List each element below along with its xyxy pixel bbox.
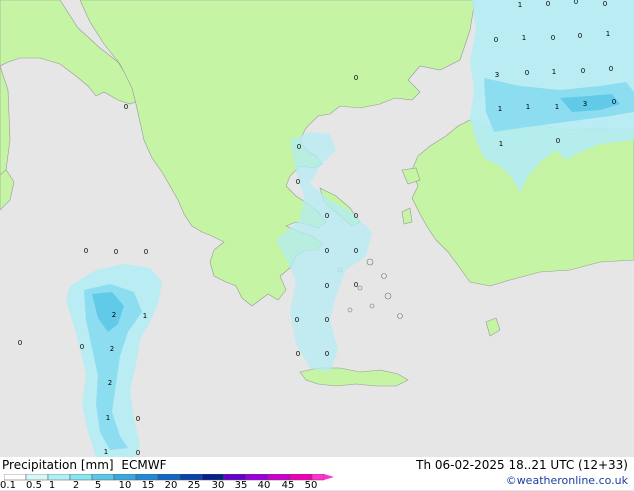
precip-value-45: 0 — [136, 415, 140, 423]
precip-value-36: 0 — [295, 316, 299, 324]
map-canvas: 1 0 0 0 0 1 0 0 1 3 0 1 0 0 1 1 1 3 0 1 0 0 0 0 0 0 0 0 0 0 0 0 0 0 2 1 0 0 0 0… — [0, 0, 634, 457]
precip-value-21: 0 — [354, 74, 358, 82]
precip-value-37: 0 — [325, 316, 329, 324]
precip-value-31: 0 — [144, 248, 148, 256]
precip-value-14: 1 — [498, 105, 502, 113]
legend-tick-5: 10 — [118, 480, 132, 491]
precip-value-27: 0 — [325, 247, 329, 255]
precip-value-35: 1 — [143, 312, 147, 320]
precip-value-40: 2 — [110, 345, 114, 353]
precip-value-29: 0 — [84, 247, 88, 255]
precip-value-2: 0 — [574, 0, 578, 6]
precip-value-42: 0 — [325, 350, 329, 358]
precip-value-24: 0 — [296, 178, 300, 186]
precip-value-26: 0 — [354, 212, 358, 220]
legend-tick-10: 35 — [234, 480, 248, 491]
legend-tick-7: 20 — [164, 480, 178, 491]
precip-value-32: 0 — [325, 282, 329, 290]
precip-value-1: 0 — [546, 0, 550, 8]
precipitation-map: 1 0 0 0 0 1 0 0 1 3 0 1 0 0 1 1 1 3 0 1 0 0 0 0 0 0 0 0 0 0 0 0 0 0 2 1 0 0 0 0… — [0, 0, 634, 457]
precip-value-44: 1 — [106, 414, 110, 422]
precip-value-16: 1 — [555, 103, 559, 111]
model-name: ECMWF — [121, 458, 167, 472]
legend-tick-11: 40 — [257, 480, 271, 491]
legend-tick-4: 5 — [94, 480, 102, 491]
precip-value-30: 0 — [114, 248, 118, 256]
precip-value-17: 3 — [583, 100, 587, 108]
legend-tick-3: 2 — [72, 480, 80, 491]
legend-title-text: Precipitation [mm] — [2, 458, 114, 472]
precip-value-5: 1 — [522, 34, 526, 42]
precip-value-3: 0 — [603, 0, 607, 8]
precip-value-0: 1 — [518, 1, 522, 9]
legend-tick-13: 50 — [304, 480, 318, 491]
legend-tick-2: 1 — [48, 480, 56, 491]
colorbar-arrow — [324, 474, 334, 480]
legend-tick-12: 45 — [281, 480, 295, 491]
legend-tick-0: 0.1 — [0, 480, 16, 491]
precip-value-33: 0 — [354, 281, 358, 289]
precip-value-9: 3 — [495, 71, 499, 79]
legend-tick-8: 25 — [187, 480, 201, 491]
precip-value-13: 0 — [609, 65, 613, 73]
precip-value-12: 0 — [581, 67, 585, 75]
precip-value-43: 2 — [108, 379, 112, 387]
precip-value-23: 0 — [297, 143, 301, 151]
precip-value-7: 0 — [578, 32, 582, 40]
precip-value-4: 0 — [494, 36, 498, 44]
precip-value-6: 0 — [551, 34, 555, 42]
precip-value-20: 0 — [556, 137, 560, 145]
precip-value-41: 0 — [296, 350, 300, 358]
precip-value-34: 2 — [112, 311, 116, 319]
precip-value-46: 1 — [104, 448, 108, 456]
legend-tick-6: 15 — [141, 480, 155, 491]
precip-value-47: 0 — [136, 449, 140, 457]
precip-value-15: 1 — [526, 103, 530, 111]
precip-value-28: 0 — [354, 247, 358, 255]
precip-value-18: 0 — [612, 98, 616, 106]
precip-value-39: 0 — [80, 343, 84, 351]
precip-value-19: 1 — [499, 140, 503, 148]
precip-value-8: 1 — [606, 30, 610, 38]
copyright-link[interactable]: ©weatheronline.co.uk — [506, 474, 628, 487]
precip-value-10: 0 — [525, 69, 529, 77]
legend-tick-9: 30 — [211, 480, 225, 491]
precip-value-22: 0 — [124, 103, 128, 111]
forecast-datetime: Th 06-02-2025 18..21 UTC (12+33) — [416, 458, 628, 472]
precip-value-11: 1 — [552, 68, 556, 76]
precip-value-25: 0 — [325, 212, 329, 220]
precip-value-38: 0 — [18, 339, 22, 347]
legend-title: Precipitation [mm] ECMWF — [2, 458, 166, 472]
legend-tick-1: 0.5 — [26, 480, 42, 491]
